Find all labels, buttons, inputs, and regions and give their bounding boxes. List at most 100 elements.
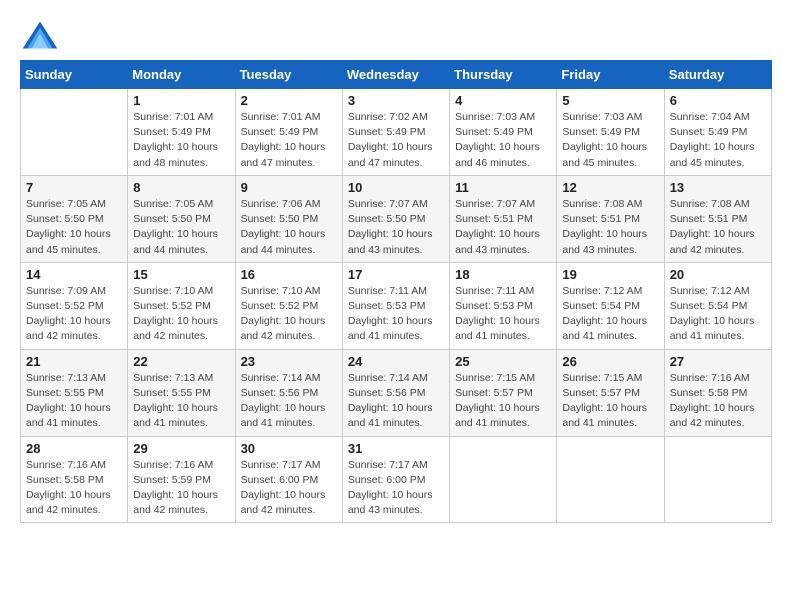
day-info: Sunrise: 7:08 AM Sunset: 5:51 PM Dayligh… <box>562 197 658 258</box>
day-info: Sunrise: 7:06 AM Sunset: 5:50 PM Dayligh… <box>241 197 337 258</box>
day-number: 16 <box>241 267 337 282</box>
day-number: 6 <box>670 93 766 108</box>
day-number: 19 <box>562 267 658 282</box>
calendar-cell: 5 Sunrise: 7:03 AM Sunset: 5:49 PM Daylig… <box>557 89 664 176</box>
calendar-cell: 27 Sunrise: 7:16 AM Sunset: 5:58 PM Dayli… <box>664 349 771 436</box>
day-number: 7 <box>26 180 122 195</box>
day-info: Sunrise: 7:01 AM Sunset: 5:49 PM Dayligh… <box>241 110 337 171</box>
calendar-cell: 11Sunrise: 7:07 AM Sunset: 5:51 PM Dayli… <box>450 175 557 262</box>
day-info: Sunrise: 7:16 AM Sunset: 5:58 PM Dayligh… <box>670 371 766 432</box>
days-header-row: SundayMondayTuesdayWednesdayThursdayFrid… <box>21 61 772 89</box>
day-info: Sunrise: 7:17 AM Sunset: 6:00 PM Dayligh… <box>348 458 444 519</box>
day-number: 5 <box>562 93 658 108</box>
calendar-cell: 29Sunrise: 7:16 AM Sunset: 5:59 PM Dayli… <box>128 436 235 523</box>
day-info: Sunrise: 7:02 AM Sunset: 5:49 PM Dayligh… <box>348 110 444 171</box>
calendar-cell: 7Sunrise: 7:05 AM Sunset: 5:50 PM Daylig… <box>21 175 128 262</box>
calendar-cell: 13 Sunrise: 7:08 AM Sunset: 5:51 PM Dayli… <box>664 175 771 262</box>
day-info: Sunrise: 7:13 AM Sunset: 5:55 PM Dayligh… <box>133 371 229 432</box>
day-number: 3 <box>348 93 444 108</box>
day-info: Sunrise: 7:07 AM Sunset: 5:51 PM Dayligh… <box>455 197 551 258</box>
day-number: 31 <box>348 441 444 456</box>
day-number: 8 <box>133 180 229 195</box>
day-header-friday: Friday <box>557 61 664 89</box>
day-header-tuesday: Tuesday <box>235 61 342 89</box>
day-info: Sunrise: 7:04 AM Sunset: 5:49 PM Dayligh… <box>670 110 766 171</box>
day-info: Sunrise: 7:14 AM Sunset: 5:56 PM Dayligh… <box>241 371 337 432</box>
week-row-3: 14 Sunrise: 7:09 AM Sunset: 5:52 PM Dayli… <box>21 262 772 349</box>
day-info: Sunrise: 7:08 AM Sunset: 5:51 PM Dayligh… <box>670 197 766 258</box>
day-info: Sunrise: 7:11 AM Sunset: 5:53 PM Dayligh… <box>348 284 444 345</box>
day-info: Sunrise: 7:07 AM Sunset: 5:50 PM Dayligh… <box>348 197 444 258</box>
calendar-cell: 15Sunrise: 7:10 AM Sunset: 5:52 PM Dayli… <box>128 262 235 349</box>
calendar-cell <box>664 436 771 523</box>
calendar-cell: 22 Sunrise: 7:13 AM Sunset: 5:55 PM Dayli… <box>128 349 235 436</box>
day-info: Sunrise: 7:16 AM Sunset: 5:58 PM Dayligh… <box>26 458 122 519</box>
day-info: Sunrise: 7:11 AM Sunset: 5:53 PM Dayligh… <box>455 284 551 345</box>
day-info: Sunrise: 7:17 AM Sunset: 6:00 PM Dayligh… <box>241 458 337 519</box>
day-number: 29 <box>133 441 229 456</box>
day-number: 4 <box>455 93 551 108</box>
logo-icon <box>20 20 60 50</box>
calendar-body: 1 Sunrise: 7:01 AM Sunset: 5:49 PM Daylig… <box>21 89 772 523</box>
week-row-2: 7 Sunrise: 7:05 AM Sunset: 5:50 PM Daylig… <box>21 175 772 262</box>
day-number: 25 <box>455 354 551 369</box>
day-info: Sunrise: 7:03 AM Sunset: 5:49 PM Dayligh… <box>562 110 658 171</box>
day-header-sunday: Sunday <box>21 61 128 89</box>
day-number: 12 <box>562 180 658 195</box>
calendar-cell: 21Sunrise: 7:13 AM Sunset: 5:55 PM Dayli… <box>21 349 128 436</box>
calendar-cell <box>450 436 557 523</box>
calendar-cell: 1 Sunrise: 7:01 AM Sunset: 5:49 PM Daylig… <box>128 89 235 176</box>
day-number: 30 <box>241 441 337 456</box>
day-number: 21 <box>26 354 122 369</box>
day-info: Sunrise: 7:01 AM Sunset: 5:49 PM Dayligh… <box>133 110 229 171</box>
day-info: Sunrise: 7:15 AM Sunset: 5:57 PM Dayligh… <box>455 371 551 432</box>
calendar-cell: 25 Sunrise: 7:15 AM Sunset: 5:57 PM Dayli… <box>450 349 557 436</box>
calendar-cell <box>21 89 128 176</box>
day-number: 24 <box>348 354 444 369</box>
day-info: Sunrise: 7:14 AM Sunset: 5:56 PM Dayligh… <box>348 371 444 432</box>
calendar-cell: 4 Sunrise: 7:03 AM Sunset: 5:49 PM Daylig… <box>450 89 557 176</box>
day-info: Sunrise: 7:10 AM Sunset: 5:52 PM Dayligh… <box>133 284 229 345</box>
day-number: 23 <box>241 354 337 369</box>
day-number: 2 <box>241 93 337 108</box>
day-number: 13 <box>670 180 766 195</box>
calendar-cell: 12 Sunrise: 7:08 AM Sunset: 5:51 PM Dayli… <box>557 175 664 262</box>
day-number: 27 <box>670 354 766 369</box>
day-number: 26 <box>562 354 658 369</box>
calendar-cell: 23 Sunrise: 7:14 AM Sunset: 5:56 PM Dayli… <box>235 349 342 436</box>
day-number: 14 <box>26 267 122 282</box>
calendar-table: SundayMondayTuesdayWednesdayThursdayFrid… <box>20 60 772 523</box>
week-row-5: 28 Sunrise: 7:16 AM Sunset: 5:58 PM Dayli… <box>21 436 772 523</box>
calendar-cell: 16 Sunrise: 7:10 AM Sunset: 5:52 PM Dayli… <box>235 262 342 349</box>
calendar-cell <box>557 436 664 523</box>
calendar-cell: 28 Sunrise: 7:16 AM Sunset: 5:58 PM Dayli… <box>21 436 128 523</box>
calendar-cell: 2 Sunrise: 7:01 AM Sunset: 5:49 PM Daylig… <box>235 89 342 176</box>
day-number: 28 <box>26 441 122 456</box>
day-info: Sunrise: 7:12 AM Sunset: 5:54 PM Dayligh… <box>670 284 766 345</box>
calendar-cell: 14 Sunrise: 7:09 AM Sunset: 5:52 PM Dayli… <box>21 262 128 349</box>
logo <box>20 20 64 50</box>
calendar-cell: 30 Sunrise: 7:17 AM Sunset: 6:00 PM Dayli… <box>235 436 342 523</box>
day-info: Sunrise: 7:03 AM Sunset: 5:49 PM Dayligh… <box>455 110 551 171</box>
calendar-cell: 26Sunrise: 7:15 AM Sunset: 5:57 PM Dayli… <box>557 349 664 436</box>
day-header-thursday: Thursday <box>450 61 557 89</box>
week-row-1: 1 Sunrise: 7:01 AM Sunset: 5:49 PM Daylig… <box>21 89 772 176</box>
day-number: 10 <box>348 180 444 195</box>
day-header-wednesday: Wednesday <box>342 61 449 89</box>
calendar-cell: 10 Sunrise: 7:07 AM Sunset: 5:50 PM Dayli… <box>342 175 449 262</box>
day-info: Sunrise: 7:09 AM Sunset: 5:52 PM Dayligh… <box>26 284 122 345</box>
day-number: 22 <box>133 354 229 369</box>
page-header <box>20 20 772 50</box>
calendar-cell: 6 Sunrise: 7:04 AM Sunset: 5:49 PM Daylig… <box>664 89 771 176</box>
day-info: Sunrise: 7:10 AM Sunset: 5:52 PM Dayligh… <box>241 284 337 345</box>
day-info: Sunrise: 7:05 AM Sunset: 5:50 PM Dayligh… <box>133 197 229 258</box>
day-header-saturday: Saturday <box>664 61 771 89</box>
calendar-cell: 9Sunrise: 7:06 AM Sunset: 5:50 PM Daylig… <box>235 175 342 262</box>
calendar-cell: 19Sunrise: 7:12 AM Sunset: 5:54 PM Dayli… <box>557 262 664 349</box>
day-number: 1 <box>133 93 229 108</box>
calendar-cell: 31 Sunrise: 7:17 AM Sunset: 6:00 PM Dayli… <box>342 436 449 523</box>
day-header-monday: Monday <box>128 61 235 89</box>
calendar-header: SundayMondayTuesdayWednesdayThursdayFrid… <box>21 61 772 89</box>
calendar-cell: 18Sunrise: 7:11 AM Sunset: 5:53 PM Dayli… <box>450 262 557 349</box>
week-row-4: 21 Sunrise: 7:13 AM Sunset: 5:55 PM Dayli… <box>21 349 772 436</box>
